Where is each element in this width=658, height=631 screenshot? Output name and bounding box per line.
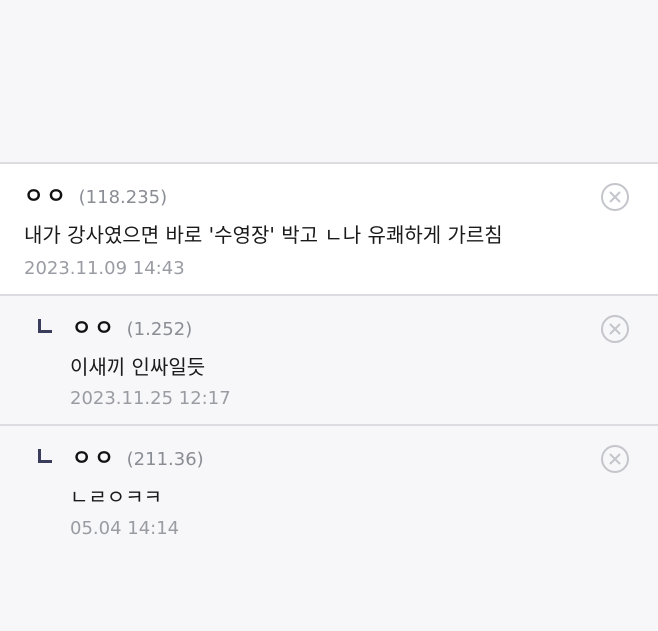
reply-item: ㅇㅇ (211.36) ㄴㄹㅇㅋㅋ 05.04 14:14	[0, 424, 658, 629]
top-blank-area	[0, 0, 658, 162]
reply-header: ㅇㅇ (211.36)	[38, 442, 204, 472]
reply-header: ㅇㅇ (1.252)	[38, 312, 192, 342]
comment-nickname[interactable]: ㅇㅇ	[24, 180, 69, 210]
reply-item: ㅇㅇ (1.252) 이새끼 인싸일듯 2023.11.25 12:17	[0, 294, 658, 424]
reply-ip: (1.252)	[126, 319, 193, 340]
comment-header: ㅇㅇ (118.235)	[24, 180, 167, 210]
reply-nickname[interactable]: ㅇㅇ	[72, 312, 117, 342]
close-circle-icon	[601, 315, 629, 343]
comment-item: ㅇㅇ (118.235) 내가 강사였으면 바로 '수영장' 박고 ㄴ나 유쾌하…	[0, 162, 658, 294]
delete-reply-button[interactable]	[600, 314, 630, 344]
reply-text: ㄴㄹㅇㅋㅋ	[70, 485, 162, 509]
comment-ip: (118.235)	[78, 187, 168, 208]
reply-arrow-icon	[38, 319, 52, 333]
comment-text: 내가 강사였으면 바로 '수영장' 박고 ㄴ나 유쾌하게 가르침	[24, 223, 503, 247]
reply-arrow-icon	[38, 449, 52, 463]
reply-timestamp: 2023.11.25 12:17	[70, 388, 231, 409]
close-circle-icon	[601, 445, 629, 473]
reply-text: 이새끼 인싸일듯	[70, 355, 206, 379]
reply-ip: (211.36)	[126, 449, 204, 470]
reply-nickname[interactable]: ㅇㅇ	[72, 442, 117, 472]
close-circle-icon	[601, 183, 629, 211]
comment-timestamp: 2023.11.09 14:43	[24, 258, 185, 279]
delete-comment-button[interactable]	[600, 182, 630, 212]
reply-timestamp: 05.04 14:14	[70, 518, 180, 539]
delete-reply-button[interactable]	[600, 444, 630, 474]
